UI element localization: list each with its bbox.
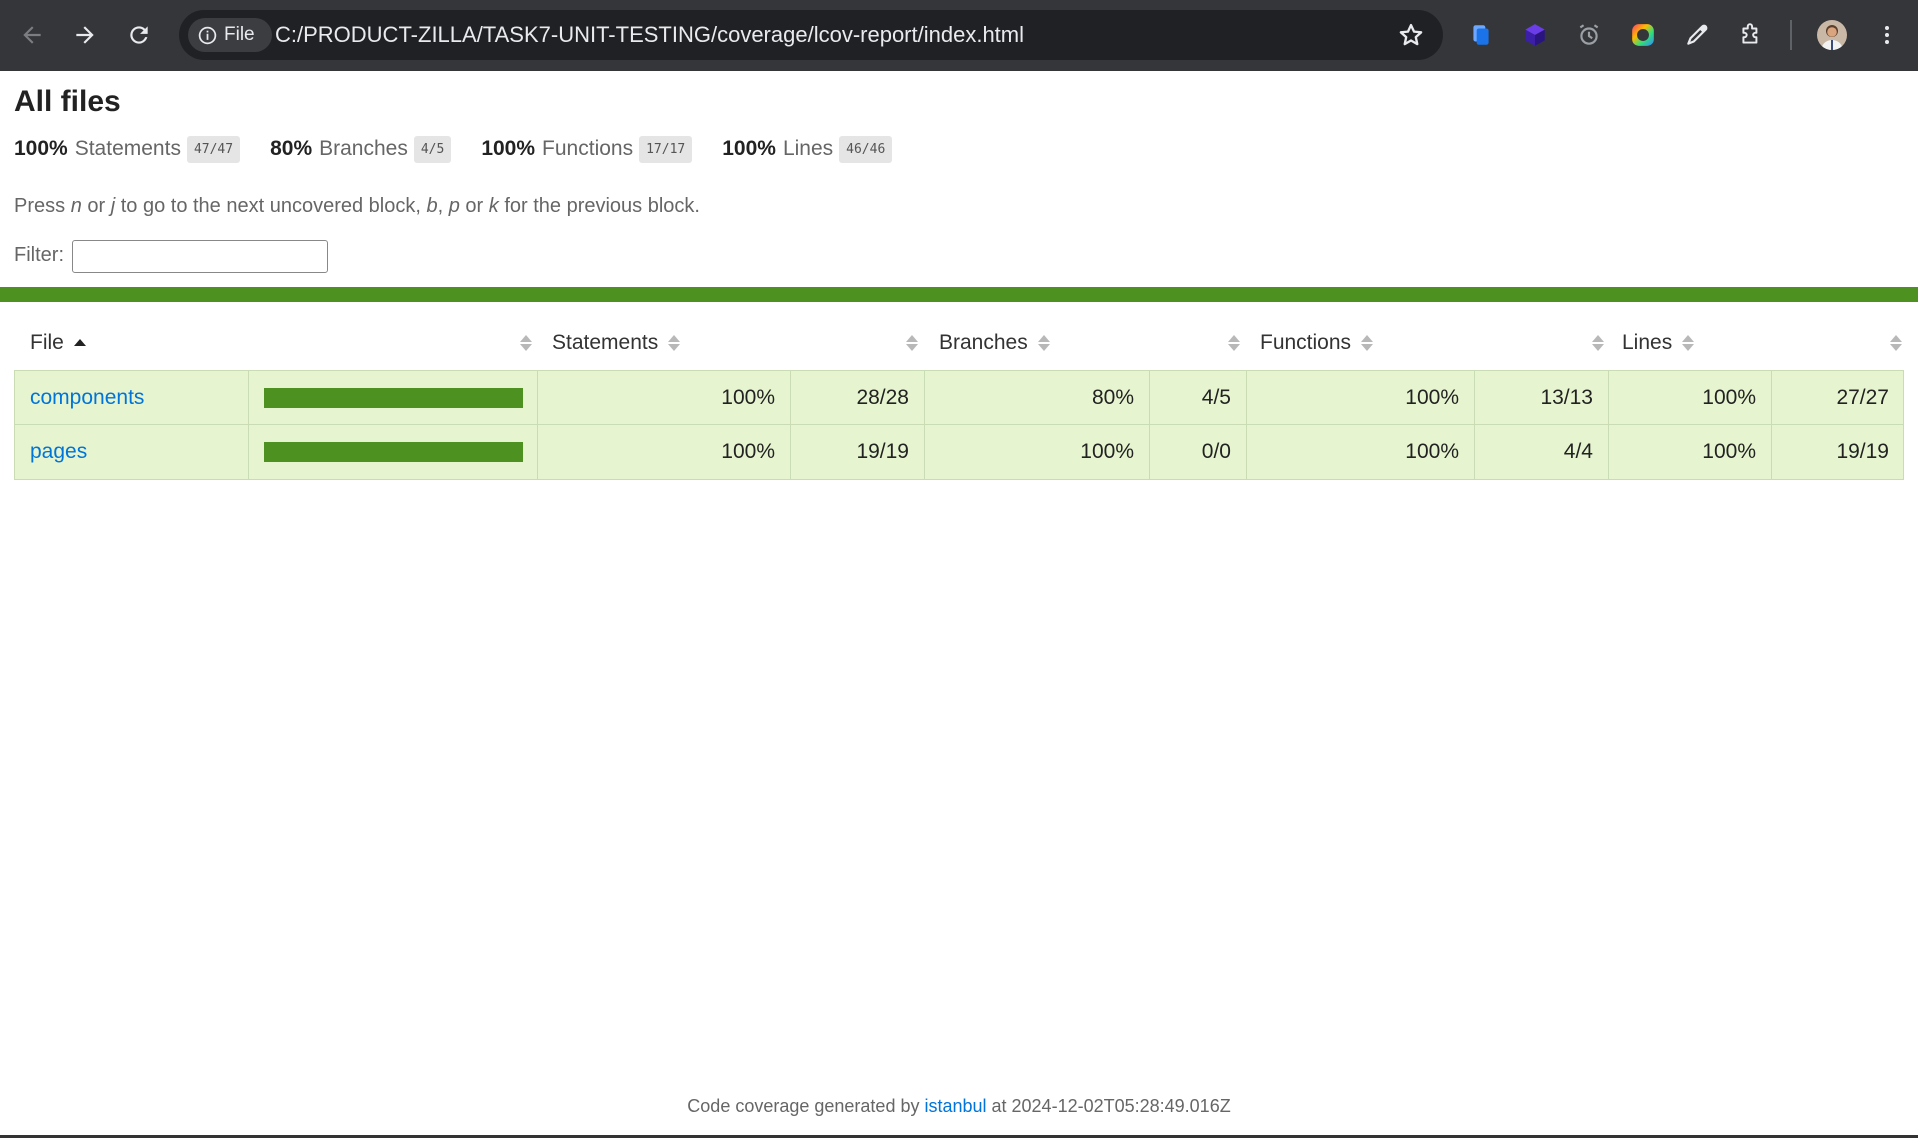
extension-cube-icon[interactable]	[1519, 19, 1551, 51]
extension-colorpicker-icon[interactable]	[1627, 19, 1659, 51]
summary-branches: 80% Branches 4/5	[270, 135, 452, 163]
keyboard-hint: Press n or j to go to the next uncovered…	[14, 195, 700, 217]
extensions-puzzle-icon[interactable]	[1735, 19, 1767, 51]
bookmark-star-icon[interactable]	[1397, 21, 1425, 49]
table-row: pages 100% 19/19 100% 0/0 100% 4/4 100% …	[14, 425, 1904, 480]
functions-frac-cell: 4/4	[1474, 425, 1608, 479]
profile-avatar[interactable]	[1817, 20, 1847, 50]
file-link[interactable]: pages	[30, 440, 87, 464]
browser-menu-button[interactable]	[1872, 20, 1902, 50]
url-text[interactable]: C:/PRODUCT-ZILLA/TASK7-UNIT-TESTING/cove…	[275, 22, 1024, 48]
header-lines[interactable]: Lines	[1622, 315, 1695, 370]
summary-fraction: 17/17	[639, 135, 693, 163]
site-info-chip[interactable]: File	[188, 18, 272, 52]
branches-pct-cell: 80%	[924, 371, 1149, 425]
sort-icon	[1682, 334, 1695, 352]
coverage-bar	[264, 442, 523, 462]
summary-label: Functions	[542, 137, 634, 160]
toolbar-separator	[1790, 20, 1792, 50]
coverage-bar-cell	[248, 371, 537, 425]
lines-pct-cell: 100%	[1608, 371, 1771, 425]
site-chip-label: File	[224, 24, 255, 45]
reload-button[interactable]	[121, 17, 157, 53]
extension-docs-icon[interactable]	[1465, 19, 1497, 51]
info-icon	[198, 26, 217, 44]
table-row: components 100% 28/28 80% 4/5 100% 13/13…	[14, 370, 1904, 425]
functions-frac-cell: 13/13	[1474, 371, 1608, 425]
sort-icon	[668, 334, 681, 352]
file-link[interactable]: components	[30, 386, 144, 410]
functions-pct-cell: 100%	[1246, 425, 1474, 479]
header-branches[interactable]: Branches	[939, 315, 1050, 370]
summary-label: Branches	[319, 137, 408, 160]
statements-pct-cell: 100%	[537, 371, 790, 425]
summary-statements: 100% Statements 47/47	[14, 135, 241, 163]
more-vert-icon	[1885, 26, 1889, 44]
sort-lines-frac-icon[interactable]	[1890, 334, 1902, 352]
extension-alarm-icon[interactable]	[1573, 19, 1605, 51]
filter-label: Filter:	[14, 244, 64, 266]
address-bar[interactable]: File C:/PRODUCT-ZILLA/TASK7-UNIT-TESTING…	[179, 10, 1443, 60]
header-functions[interactable]: Functions	[1260, 315, 1374, 370]
sort-coverage-bar-icon[interactable]	[520, 334, 532, 352]
lines-frac-cell: 19/19	[1771, 425, 1904, 479]
coverage-bar	[264, 388, 523, 408]
functions-pct-cell: 100%	[1246, 371, 1474, 425]
summary-pct: 100%	[481, 137, 536, 160]
statements-pct-cell: 100%	[537, 425, 790, 479]
summary-pct: 100%	[722, 137, 776, 160]
coverage-summary: 100% Statements 47/47 80% Branches 4/5 1…	[14, 133, 922, 165]
page-footer: Code coverage generated by istanbul at 2…	[687, 1096, 1231, 1116]
summary-functions: 100% Functions 17/17	[481, 135, 693, 163]
summary-lines: 100% Lines 46/46	[722, 135, 893, 163]
summary-label: Statements	[74, 137, 181, 160]
statements-frac-cell: 28/28	[790, 371, 924, 425]
sort-ascending-icon	[73, 334, 86, 352]
statements-frac-cell: 19/19	[790, 425, 924, 479]
table-header-row: File Statements Branches Functions Lines	[14, 315, 1904, 370]
summary-fraction: 46/46	[839, 135, 893, 163]
forward-arrow-icon	[76, 26, 94, 44]
reload-icon	[130, 26, 148, 44]
browser-toolbar: File C:/PRODUCT-ZILLA/TASK7-UNIT-TESTING…	[0, 0, 1918, 71]
lines-frac-cell: 27/27	[1771, 371, 1904, 425]
extension-eyedropper-icon[interactable]	[1681, 19, 1713, 51]
branches-frac-cell: 4/5	[1149, 371, 1246, 425]
header-file[interactable]: File	[30, 315, 86, 370]
istanbul-link[interactable]: istanbul	[924, 1096, 986, 1116]
sort-functions-frac-icon[interactable]	[1592, 334, 1604, 352]
sort-icon	[1037, 334, 1050, 352]
summary-pct: 100%	[14, 137, 68, 160]
coverage-report-page: All files 100% Statements 47/47 80% Bran…	[0, 71, 1918, 1138]
coverage-status-bar	[0, 287, 1918, 302]
summary-fraction: 47/47	[186, 135, 241, 163]
file-cell[interactable]: components	[15, 371, 248, 425]
sort-branches-frac-icon[interactable]	[1228, 334, 1240, 352]
back-button[interactable]	[14, 17, 50, 53]
sort-icon	[1361, 334, 1374, 352]
back-arrow-icon	[23, 26, 41, 44]
summary-fraction: 4/5	[413, 135, 452, 163]
file-cell[interactable]: pages	[15, 425, 248, 479]
branches-frac-cell: 0/0	[1149, 425, 1246, 479]
summary-pct: 80%	[270, 137, 313, 160]
sort-statements-frac-icon[interactable]	[906, 334, 918, 352]
lines-pct-cell: 100%	[1608, 425, 1771, 479]
header-statements[interactable]: Statements	[552, 315, 681, 370]
branches-pct-cell: 100%	[924, 425, 1149, 479]
coverage-bar-cell	[248, 425, 537, 479]
coverage-table: File Statements Branches Functions Lines…	[14, 315, 1904, 480]
coverage-bar-fill	[264, 442, 523, 462]
filter-input[interactable]	[72, 240, 328, 273]
page-title: All files	[14, 85, 121, 118]
coverage-bar-fill	[264, 388, 523, 408]
forward-button[interactable]	[67, 17, 103, 53]
summary-label: Lines	[782, 137, 834, 160]
